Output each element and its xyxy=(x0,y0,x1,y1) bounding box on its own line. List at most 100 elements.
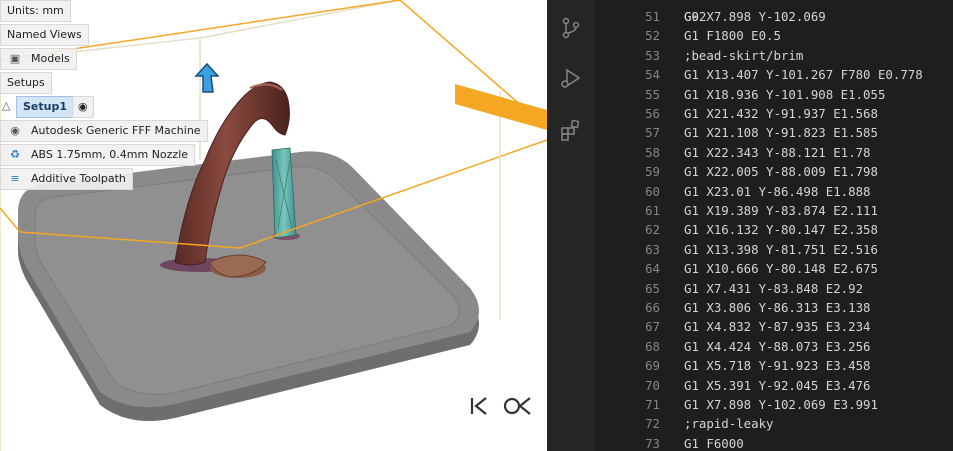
code-text: G1 X16.132 Y-80.147 E2.358 xyxy=(684,222,878,238)
line-number: 60 xyxy=(645,183,660,199)
code-line[interactable]: 70 G1 X5.391 Y-92.045 E3.476 xyxy=(595,376,953,395)
line-number: 65 xyxy=(645,280,660,296)
source-control-button[interactable] xyxy=(547,8,595,48)
code-text: G1 X22.343 Y-88.121 E1.78 xyxy=(684,144,871,160)
extensions-button[interactable] xyxy=(547,110,595,150)
line-number: 70 xyxy=(645,377,660,393)
models-label: Models xyxy=(31,52,70,65)
step-back-button[interactable] xyxy=(502,395,534,422)
named-views-item[interactable]: Named Views xyxy=(0,24,89,46)
line-number: 58 xyxy=(645,144,660,160)
skip-to-start-icon xyxy=(470,397,487,415)
code-line[interactable]: 73 G1 F6000 xyxy=(595,434,953,451)
eye-icon[interactable]: ◉ xyxy=(7,124,23,138)
code-text: G1 X3.806 Y-86.313 E3.138 xyxy=(684,300,871,315)
code-text: ;rapid-leaky xyxy=(684,416,774,432)
line-number: 71 xyxy=(645,397,660,412)
material-label: ABS 1.75mm, 0.4mm Nozzle xyxy=(31,148,189,161)
line-number: 59 xyxy=(645,164,660,180)
material-spool-icon: ♻ xyxy=(10,148,20,161)
line-number: 63 xyxy=(645,241,660,257)
activity-bar xyxy=(547,0,595,451)
code-line[interactable]: 52 G1 F1800 E0.5 xyxy=(595,26,953,45)
code-line[interactable]: 72 ;rapid-leaky xyxy=(595,414,953,433)
skip-to-start-button[interactable] xyxy=(468,395,492,422)
code-line[interactable]: 58 G1 X22.343 Y-88.121 E1.78 xyxy=(595,143,953,162)
run-debug-button[interactable] xyxy=(547,58,595,98)
code-line[interactable]: 64 G1 X10.666 Y-80.148 E2.675 xyxy=(595,259,953,278)
step-back-icon xyxy=(503,397,531,415)
code-line[interactable]: 57 G1 X21.108 Y-91.823 E1.585 xyxy=(595,123,953,142)
code-line[interactable]: 51 G0 X7.898 Y-102.069 xyxy=(595,7,953,26)
gcode-editor[interactable]: G92 51 G0 X7.898 Y-102.069 52 G1 F1800 E0.5… xyxy=(595,0,953,451)
line-number: 55 xyxy=(645,86,660,102)
code-line[interactable]: 66 G1 X3.806 Y-86.313 E3.138 xyxy=(595,298,953,317)
setups-label: Setups xyxy=(7,76,45,89)
line-number: 57 xyxy=(645,125,660,141)
toolpath-icon: ≡ xyxy=(10,172,20,185)
setup1-item[interactable]: Setup1 xyxy=(16,96,74,118)
3d-viewport[interactable]: Units: mm Named Views ▣ Models Setups △ S… xyxy=(0,0,547,451)
machine-item[interactable]: ◉ Autodesk Generic FFF Machine xyxy=(0,120,208,142)
setups-item[interactable]: Setups xyxy=(0,72,52,94)
code-text: G1 X5.391 Y-92.045 E3.476 xyxy=(684,377,871,393)
scene-canvas[interactable] xyxy=(0,0,547,451)
code-line[interactable]: 69 G1 X5.718 Y-91.923 E3.458 xyxy=(595,356,953,375)
line-number: 61 xyxy=(645,203,660,218)
code-text: G1 X23.01 Y-86.498 E1.888 xyxy=(684,183,871,199)
line-number: 67 xyxy=(645,319,660,335)
code-text: G1 F1800 E0.5 xyxy=(684,28,781,44)
models-folder-icon: ▣ xyxy=(9,52,21,65)
line-number: 66 xyxy=(645,300,660,315)
toolpath-item[interactable]: ≡ Additive Toolpath xyxy=(0,168,133,190)
models-item[interactable]: ▣ Models xyxy=(0,48,77,70)
code-text: G1 F6000 xyxy=(684,435,744,451)
code-line[interactable]: 60 G1 X23.01 Y-86.498 E1.888 xyxy=(595,182,953,201)
code-text: G1 X10.666 Y-80.148 E2.675 xyxy=(684,261,878,277)
line-number: 72 xyxy=(645,416,660,432)
line-number: 51 xyxy=(645,9,660,24)
line-number: 53 xyxy=(645,47,660,63)
units-text: Units: mm xyxy=(7,4,64,17)
code-line[interactable]: 61 G1 X19.389 Y-83.874 E2.111 xyxy=(595,201,953,220)
machine-label: Autodesk Generic FFF Machine xyxy=(31,124,201,137)
code-text: G1 X21.432 Y-91.937 E1.568 xyxy=(684,106,878,121)
code-text: G1 X22.005 Y-88.009 E1.798 xyxy=(684,164,878,180)
code-text: G1 X7.431 Y-83.848 E2.92 xyxy=(684,280,864,296)
code-line-partial: G92 xyxy=(595,0,953,24)
code-text: G0 X7.898 Y-102.069 xyxy=(684,9,826,24)
code-line[interactable]: 54 G1 X13.407 Y-101.267 F780 E0.778 xyxy=(595,65,953,84)
setup-folder-icon: △ xyxy=(2,99,11,112)
setup1-activate-icon[interactable]: ◉ xyxy=(72,96,94,118)
line-number: 69 xyxy=(645,358,660,374)
code-line[interactable]: 71 G1 X7.898 Y-102.069 E3.991 xyxy=(595,395,953,414)
code-line[interactable]: 68 G1 X4.424 Y-88.073 E3.256 xyxy=(595,337,953,356)
code-line[interactable]: 59 G1 X22.005 Y-88.009 E1.798 xyxy=(595,162,953,181)
line-number: 62 xyxy=(645,222,660,238)
code-text: G1 X13.407 Y-101.267 F780 E0.778 xyxy=(684,67,923,83)
source-control-icon xyxy=(562,17,580,39)
code-text: G1 X19.389 Y-83.874 E2.111 xyxy=(684,203,878,218)
run-debug-icon xyxy=(561,68,581,88)
line-number: 73 xyxy=(645,435,660,451)
line-number: 64 xyxy=(645,261,660,277)
line-number: 54 xyxy=(645,67,660,83)
code-text: G1 X18.936 Y-101.908 E1.055 xyxy=(684,86,886,102)
code-text: G1 X13.398 Y-81.751 E2.516 xyxy=(684,241,878,257)
code-text: G1 X21.108 Y-91.823 E1.585 xyxy=(684,125,878,141)
code-line[interactable]: 67 G1 X4.832 Y-87.935 E3.234 xyxy=(595,317,953,336)
code-text: G1 X4.424 Y-88.073 E3.256 xyxy=(684,338,871,354)
code-line[interactable]: 63 G1 X13.398 Y-81.751 E2.516 xyxy=(595,240,953,259)
code-text: G1 X5.718 Y-91.923 E3.458 xyxy=(684,358,871,374)
material-item[interactable]: ♻ ABS 1.75mm, 0.4mm Nozzle xyxy=(0,144,196,166)
setup1-label: Setup1 xyxy=(23,100,67,113)
code-line[interactable]: 53 ;bead-skirt/brim xyxy=(595,46,953,65)
code-line[interactable]: 62 G1 X16.132 Y-80.147 E2.358 xyxy=(595,220,953,239)
code-line[interactable]: 65 G1 X7.431 Y-83.848 E2.92 xyxy=(595,279,953,298)
code-text: G1 X4.832 Y-87.935 E3.234 xyxy=(684,319,871,335)
code-line[interactable]: 56 G1 X21.432 Y-91.937 E1.568 xyxy=(595,104,953,123)
line-number: 52 xyxy=(645,28,660,44)
named-views-label: Named Views xyxy=(7,28,82,41)
line-number: 56 xyxy=(645,106,660,121)
code-line[interactable]: 55 G1 X18.936 Y-101.908 E1.055 xyxy=(595,85,953,104)
